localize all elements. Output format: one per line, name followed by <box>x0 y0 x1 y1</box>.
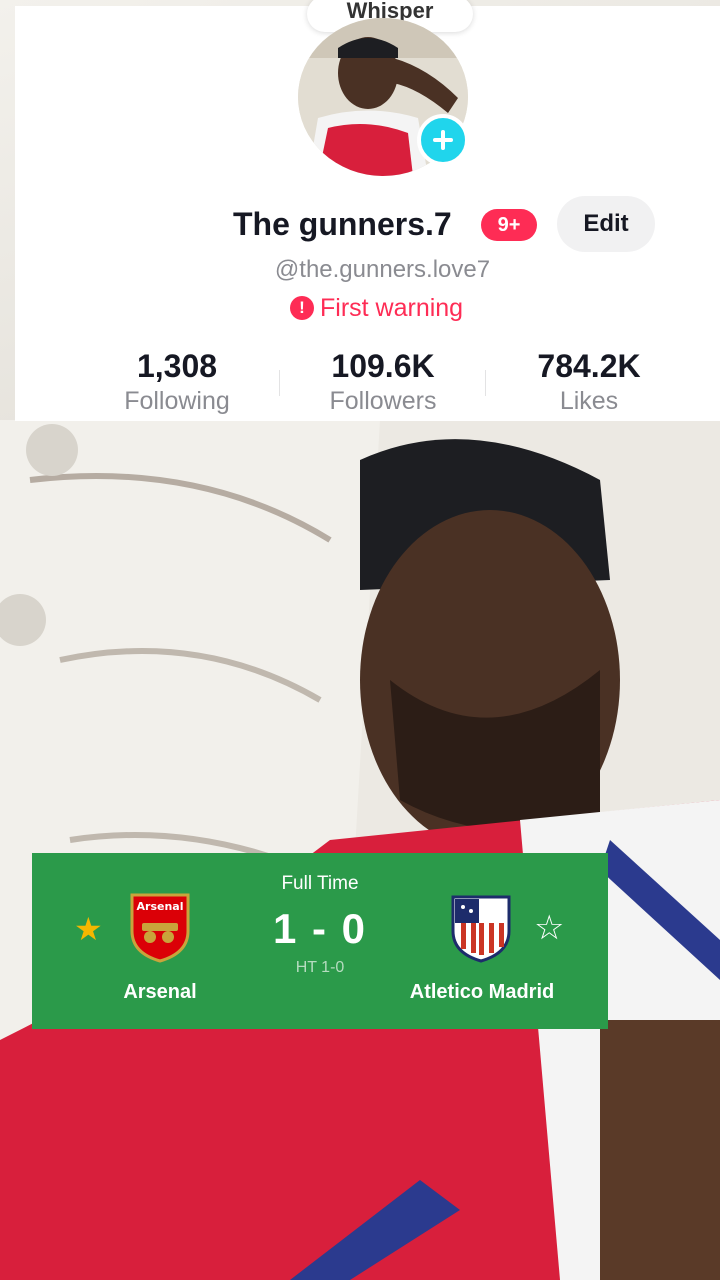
stat-following[interactable]: 1,308 Following <box>77 348 277 418</box>
notification-badge[interactable]: 9+ <box>481 209 537 241</box>
star-outline-icon[interactable]: ☆ <box>534 911 564 945</box>
match-status: Full Time <box>281 873 359 894</box>
star-filled-icon[interactable]: ★ <box>74 913 103 945</box>
profile-header: Whisper The gunners.7 9+ Edit @the.gunne… <box>15 0 720 421</box>
stat-value: 784.2K <box>537 348 641 384</box>
plus-icon <box>433 130 453 150</box>
edit-profile-button[interactable]: Edit <box>557 196 655 252</box>
display-name: The gunners.7 <box>233 206 452 242</box>
stat-divider <box>279 370 280 396</box>
warning-notice[interactable]: ! First warning <box>290 291 463 325</box>
home-team-name[interactable]: Arsenal <box>90 981 230 1004</box>
username: @the.gunners.love7 <box>274 256 491 283</box>
halftime-score: HT 1-0 <box>295 959 345 976</box>
stat-label: Likes <box>559 387 619 415</box>
atletico-madrid-crest-icon <box>451 895 511 963</box>
stat-value: 1,308 <box>136 348 218 384</box>
arsenal-crest-icon: Arsenal <box>130 893 190 963</box>
away-team-name[interactable]: Atletico Madrid <box>392 981 572 1004</box>
stat-likes[interactable]: 784.2K Likes <box>489 348 689 418</box>
stat-followers[interactable]: 109.6K Followers <box>283 348 483 418</box>
stat-divider <box>485 370 486 396</box>
video-frame-graphic <box>0 420 720 1280</box>
stat-label: Followers <box>329 387 437 415</box>
match-score: 1 - 0 <box>272 905 368 952</box>
add-profile-photo-button[interactable] <box>417 114 469 166</box>
match-score-card: ★ Arsenal Arsenal Full Time 1 - 0 HT 1-0… <box>32 853 608 1029</box>
warning-text: First warning <box>320 293 464 322</box>
stat-value: 109.6K <box>331 348 435 384</box>
stat-label: Following <box>124 387 230 415</box>
profile-stats: 1,308 Following 109.6K Followers 784.2K … <box>15 348 720 418</box>
crest-text: Arsenal <box>137 900 184 913</box>
name-row: The gunners.7 9+ Edit <box>15 196 720 252</box>
alert-icon: ! <box>290 296 314 320</box>
